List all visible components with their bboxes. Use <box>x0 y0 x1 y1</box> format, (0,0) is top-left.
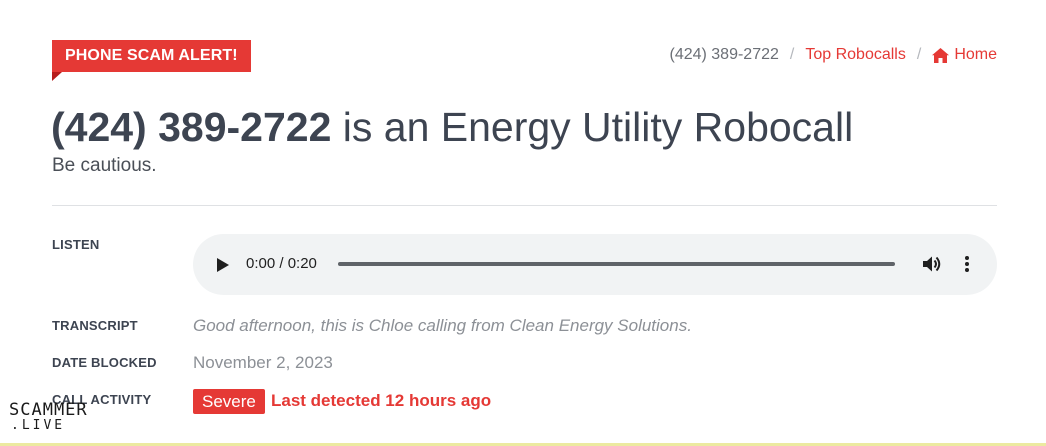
page-subtitle: Be cautious. <box>52 155 157 176</box>
audio-player[interactable]: 0:00 / 0:20 <box>193 234 997 295</box>
breadcrumb-home-link[interactable]: Home <box>932 44 997 66</box>
breadcrumb-current: (424) 389-2722 <box>669 46 779 63</box>
play-icon[interactable] <box>217 258 229 272</box>
phone-scam-alert-badge: PHONE SCAM ALERT! <box>52 40 251 81</box>
date-blocked-value: November 2, 2023 <box>193 353 333 372</box>
scammer-live-watermark: SCAMMER .LIVE <box>9 402 88 433</box>
breadcrumb-home-label: Home <box>954 46 997 63</box>
home-icon <box>932 47 950 63</box>
transcript-text: Good afternoon, this is Chloe calling fr… <box>193 316 692 335</box>
page-title-phone: (424) 389-2722 <box>51 104 332 150</box>
section-divider <box>52 205 997 206</box>
audio-progress-track[interactable] <box>338 262 895 266</box>
last-detected-text: Last detected 12 hours ago <box>271 391 492 410</box>
severity-badge: Severe <box>193 389 265 414</box>
listen-label: LISTEN <box>52 237 100 252</box>
page-title: (424) 389-2722 is an Energy Utility Robo… <box>51 102 853 152</box>
date-blocked-label: DATE BLOCKED <box>52 355 157 370</box>
breadcrumb-top-robocalls-link[interactable]: Top Robocalls <box>805 44 906 66</box>
badge-tail <box>52 72 62 81</box>
alert-label: PHONE SCAM ALERT! <box>65 47 238 64</box>
audio-time: 0:00 / 0:20 <box>246 255 317 272</box>
volume-icon[interactable] <box>922 254 942 274</box>
breadcrumb-separator: / <box>916 46 922 63</box>
watermark-line1: SCAMMER <box>9 400 88 420</box>
page-title-rest: is an Energy Utility Robocall <box>331 104 854 150</box>
watermark-line2: .LIVE <box>11 418 66 433</box>
transcript-label: TRANSCRIPT <box>52 318 138 333</box>
breadcrumb-separator: / <box>789 46 795 63</box>
breadcrumb: (424) 389-2722 / Top Robocalls / Home <box>669 44 997 66</box>
more-vertical-icon[interactable] <box>964 255 970 273</box>
